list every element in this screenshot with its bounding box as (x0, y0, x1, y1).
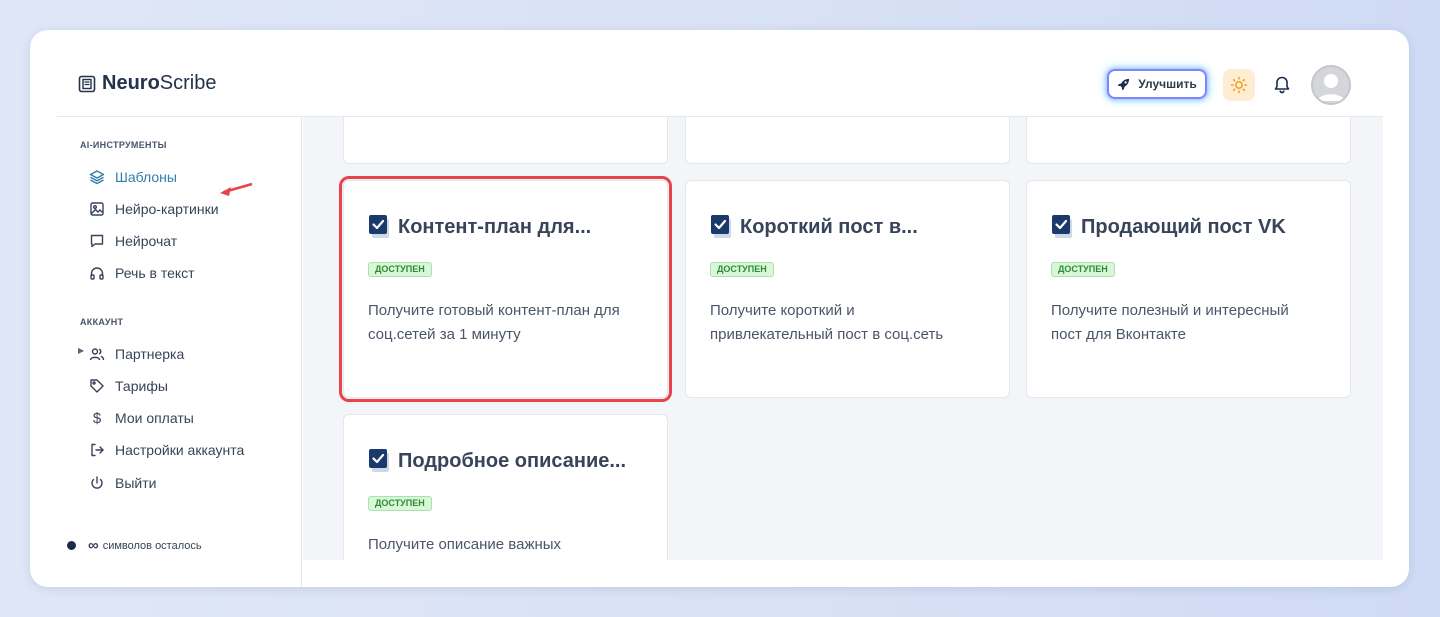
card-title: Короткий пост в... (710, 214, 918, 240)
card-description: Получите полезный и интересный пост для … (1051, 302, 1289, 343)
sidebar-item-templates[interactable]: Шаблоны (88, 166, 177, 188)
sidebar-item-label: Выйти (115, 475, 157, 491)
tag-icon (88, 377, 106, 395)
sidebar-item-label: Настройки аккаунта (115, 442, 245, 458)
template-card-content-plan[interactable]: Контент-план для... ДОСТУПЕН Получите го… (339, 176, 672, 402)
sidebar-item-label: Шаблоны (115, 169, 177, 185)
power-icon (88, 474, 106, 492)
card-description: Получите короткий и привлекательный пост… (710, 302, 944, 343)
sidebar-item-payments[interactable]: $ Мои оплаты (88, 407, 194, 429)
app-window: Neuro Scribe Улучшить AI-ИНСТРУМЕНТЫ Шаб… (30, 30, 1409, 587)
card-title: Продающий пост VK (1051, 214, 1286, 240)
bell-icon (1274, 76, 1290, 94)
logo-icon (78, 75, 96, 92)
brand-logo[interactable]: Neuro Scribe (78, 72, 217, 95)
top-header: Neuro Scribe Улучшить (30, 30, 1409, 117)
card-title-text: Короткий пост в... (740, 215, 918, 238)
sidebar-item-label: Тарифы (115, 378, 168, 394)
template-card[interactable] (1026, 117, 1351, 164)
logout-arrow-icon (88, 441, 106, 459)
annotation-arrow-icon (220, 182, 253, 196)
credits-symbol: ∞ (88, 537, 99, 554)
sidebar-item-label: Нейрочат (115, 233, 178, 249)
sidebar-item-label: Нейро-картинки (115, 201, 219, 217)
card-title: Подробное описание... (368, 448, 626, 474)
layers-icon (88, 168, 106, 186)
sidebar-item-account-settings[interactable]: Настройки аккаунта (88, 439, 244, 461)
headphones-icon (88, 264, 106, 282)
section-label-tools: AI-ИНСТРУМЕНТЫ (80, 140, 167, 150)
status-badge: ДОСТУПЕН (710, 262, 774, 277)
upgrade-label: Улучшить (1138, 77, 1197, 91)
sidebar-item-partners[interactable]: Партнерка (88, 343, 184, 365)
card-description: Получите готовый контент-план для соц.се… (368, 302, 620, 343)
rocket-icon (1118, 78, 1130, 90)
sidebar-item-label: Речь в текст (115, 265, 195, 281)
credits-remaining: ∞ символов осталось (67, 537, 202, 554)
card-title-text: Подробное описание... (398, 449, 627, 472)
status-dot (67, 541, 76, 550)
theme-toggle-button[interactable] (1223, 69, 1255, 101)
checkbox-document-icon (711, 215, 731, 238)
template-card[interactable] (685, 117, 1010, 164)
sidebar-item-speech-to-text[interactable]: Речь в текст (88, 262, 195, 284)
expand-caret-icon[interactable]: ▶ (78, 346, 84, 355)
checkbox-document-icon (369, 215, 389, 238)
upgrade-button[interactable]: Улучшить (1107, 69, 1207, 99)
templates-grid: Контент-план для... ДОСТУПЕН Получите го… (303, 117, 1383, 560)
template-card[interactable] (343, 117, 668, 164)
chat-icon (88, 232, 106, 250)
card-title: Контент-план для... (368, 214, 591, 240)
sidebar-item-neurochat[interactable]: Нейрочат (88, 230, 177, 252)
sidebar-item-logout[interactable]: Выйти (88, 472, 156, 494)
sidebar-item-label: Партнерка (115, 346, 185, 362)
card-title-text: Контент-план для... (398, 215, 592, 238)
users-icon (88, 345, 106, 363)
sun-icon (1230, 76, 1248, 94)
template-card-selling-post-vk[interactable]: Продающий пост VK ДОСТУПЕН Получите поле… (1026, 180, 1351, 398)
status-badge: ДОСТУПЕН (368, 496, 432, 511)
template-card-detailed-description[interactable]: Подробное описание... ДОСТУПЕН Получите … (343, 414, 668, 560)
template-card-short-post[interactable]: Короткий пост в... ДОСТУПЕН Получите кор… (685, 180, 1010, 398)
image-icon (88, 200, 106, 218)
checkbox-document-icon (369, 449, 389, 472)
brand-name-bold: Neuro (102, 72, 160, 94)
card-title-text: Продающий пост VK (1081, 215, 1286, 238)
notifications-button[interactable] (1270, 73, 1294, 97)
dollar-icon: $ (92, 409, 102, 427)
sidebar-item-label: Мои оплаты (115, 410, 194, 426)
status-badge: ДОСТУПЕН (1051, 262, 1115, 277)
card-description: Получите описание важных (368, 536, 562, 553)
brand-name-light: Scribe (159, 72, 217, 94)
user-avatar[interactable] (1311, 65, 1351, 105)
sidebar-item-tariffs[interactable]: Тарифы (88, 375, 168, 397)
status-badge: ДОСТУПЕН (368, 262, 432, 277)
credits-text: символов осталось (102, 539, 202, 552)
section-label-account: АККАУНТ (80, 317, 124, 327)
checkbox-document-icon (1052, 215, 1072, 238)
sidebar-item-neuro-images[interactable]: Нейро-картинки (88, 198, 219, 220)
avatar-icon (1311, 65, 1351, 105)
